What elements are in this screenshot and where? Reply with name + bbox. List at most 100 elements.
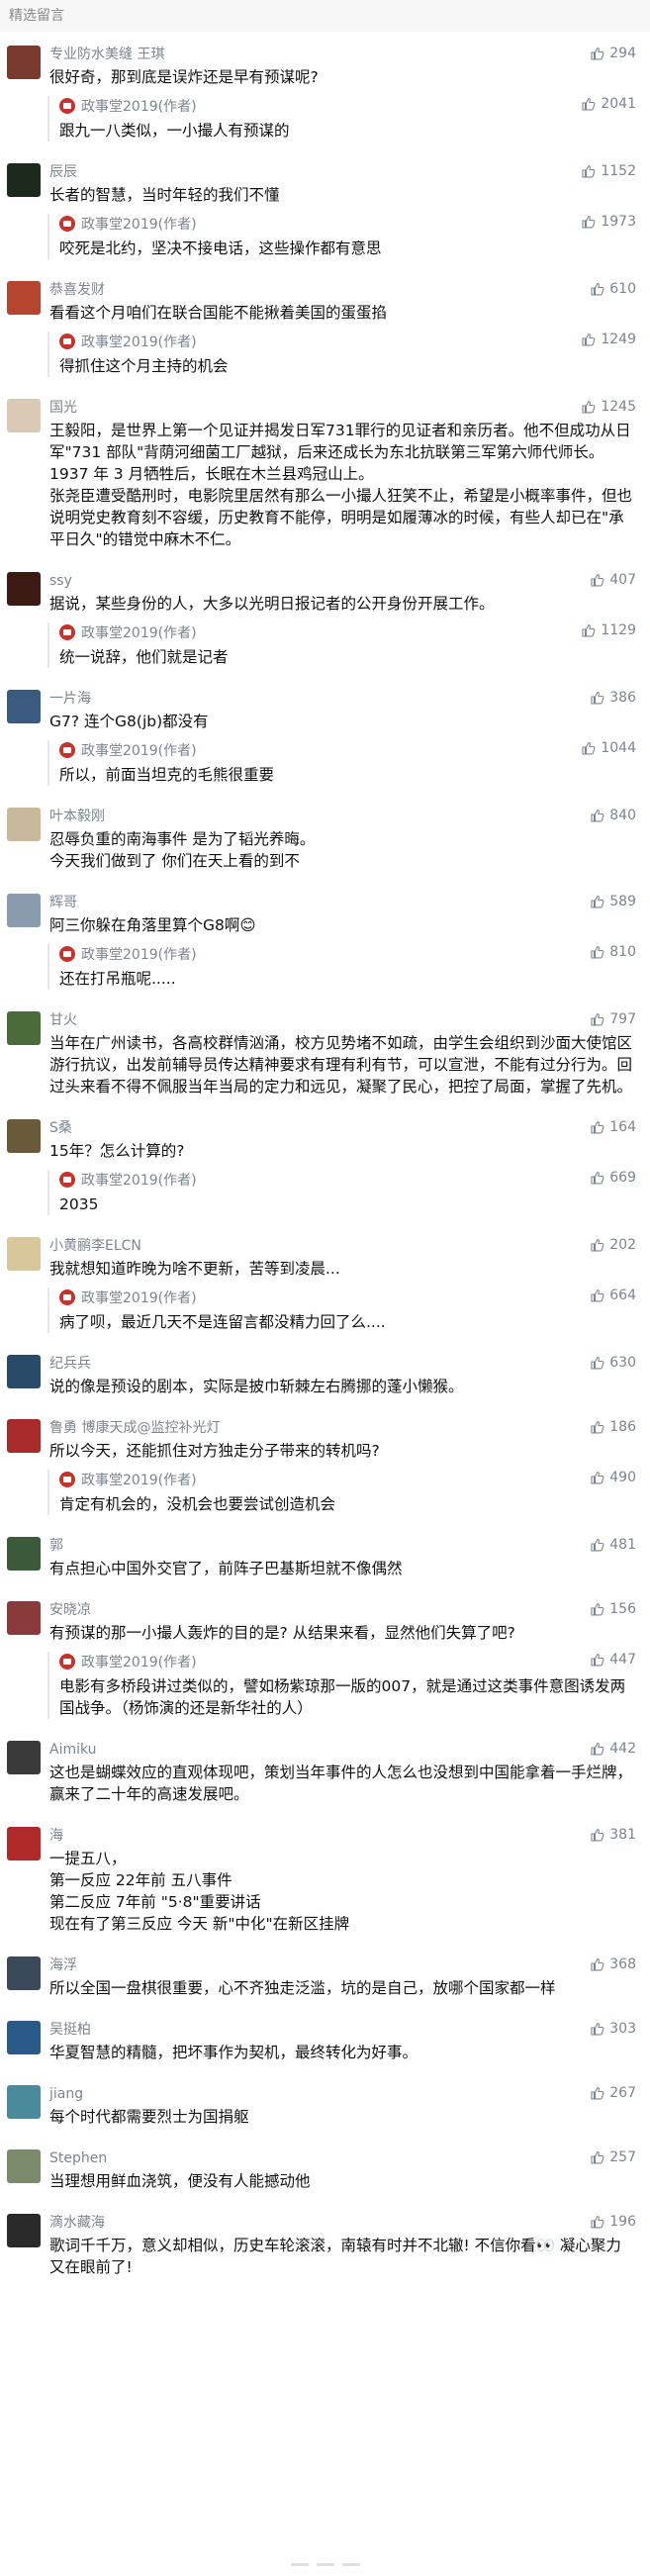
reply-like-button[interactable]: 2041 [581,96,636,112]
username[interactable]: 鲁勇 博康天成@监控补光灯 [49,1419,636,1437]
username[interactable]: Aimiku [49,1741,636,1759]
username[interactable]: 国光 [49,399,636,417]
username[interactable]: 吴挺柏 [49,2021,636,2039]
like-button[interactable]: 386 [590,690,636,706]
reply-text: 跟九一八类似，一小撮人有预谋的 [59,122,290,140]
thumb-up-icon [591,1288,604,1302]
reply-like-button[interactable]: 1044 [581,740,636,756]
username[interactable]: 辉哥 [49,894,636,911]
like-button[interactable]: 840 [590,808,636,823]
username[interactable]: 恭喜发财 [49,281,636,299]
like-button[interactable]: 164 [590,1119,636,1135]
username[interactable]: 海浮 [49,1956,636,1974]
username[interactable]: 安晓凉 [49,1601,636,1619]
like-button[interactable]: 156 [590,1601,636,1617]
reply-like-button[interactable]: 669 [590,1170,636,1186]
username[interactable]: 滴水藏海 [49,2214,636,2232]
avatar[interactable] [7,2214,41,2247]
like-count: 407 [609,572,636,588]
avatar[interactable] [7,1119,41,1153]
avatar[interactable] [7,2149,41,2183]
comment-text: 王毅阳，是世界上第一个见证并揭发日军731罪行的见证者和亲历者。他不但成功从日军… [49,422,633,548]
comment-text: 我就想知道昨晚为啥不更新，苦等到凌晨... [49,1260,340,1278]
reply-like-count: 447 [609,1652,636,1668]
avatar[interactable] [7,1741,41,1774]
avatar[interactable] [7,1011,41,1045]
avatar[interactable] [7,808,41,841]
avatar[interactable] [7,690,41,723]
username[interactable]: Stephen [49,2149,636,2167]
like-button[interactable]: 196 [590,2214,636,2230]
reply-like-button[interactable]: 490 [590,1470,636,1485]
like-button[interactable]: 630 [590,1355,636,1371]
like-count: 610 [609,281,636,297]
reply-like-button[interactable]: 810 [590,944,636,960]
like-button[interactable]: 1245 [581,399,636,415]
comment-item: 小黄鹂李ELCN 202 我就想知道昨晚为啥不更新，苦等到凌晨... 政事堂20… [0,1223,650,1341]
avatar[interactable] [7,163,41,197]
username[interactable]: 海 [49,1827,636,1845]
thumb-up-icon [591,1012,604,1026]
reply-like-button[interactable]: 1973 [581,214,636,230]
avatar[interactable] [7,281,41,315]
thumb-up-icon [591,2086,604,2100]
reply-like-button[interactable]: 447 [590,1652,636,1668]
avatar[interactable] [7,1355,41,1388]
username[interactable]: 甘火 [49,1011,636,1029]
like-button[interactable]: 267 [590,2085,636,2101]
like-button[interactable]: 368 [590,1956,636,1972]
avatar[interactable] [7,572,41,606]
like-button[interactable]: 797 [590,1011,636,1027]
avatar[interactable] [7,1601,41,1635]
thumb-up-icon [591,1238,604,1252]
like-button[interactable]: 186 [590,1419,636,1435]
comment-item: 辉哥 589 阿三你躲在角落里算个G8啊😊 政事堂2019(作者) 810 还在… [0,880,650,998]
username[interactable]: 郭 [49,1537,636,1555]
comment-item: ssy 407 据说，某些身份的人，大多以光明日报记者的公开身份开展工作。 政事… [0,558,650,676]
username[interactable]: ssy [49,572,636,590]
username[interactable]: 纪兵兵 [49,1355,636,1373]
avatar[interactable] [7,1956,41,1990]
avatar[interactable] [7,1419,41,1453]
like-button[interactable]: 442 [590,1741,636,1757]
page-indicator [0,2551,650,2570]
reply-like-button[interactable]: 1129 [581,622,636,638]
thumb-up-icon [582,164,596,178]
avatar[interactable] [7,2085,41,2119]
like-button[interactable]: 407 [590,572,636,588]
like-button[interactable]: 202 [590,1237,636,1253]
username[interactable]: 小黄鹂李ELCN [49,1237,636,1255]
comment-item: 郭 481 有点担心中国外交官了，前阵子巴基斯坦就不像偶然 [0,1523,650,1587]
reply-username: 政事堂2019(作者) [81,217,197,233]
author-reply: 政事堂2019(作者) 669 2035 [47,1170,636,1215]
avatar[interactable] [7,46,41,79]
like-button[interactable]: 381 [590,1827,636,1843]
like-count: 797 [609,1011,636,1027]
reply-like-count: 2041 [601,96,636,112]
reply-like-button[interactable]: 1249 [581,332,636,347]
avatar[interactable] [7,1237,41,1271]
like-button[interactable]: 1152 [581,163,636,179]
like-button[interactable]: 589 [590,894,636,909]
like-button[interactable]: 610 [590,281,636,297]
author-avatar [59,946,75,962]
avatar[interactable] [7,2021,41,2054]
comment-text: G7? 连个G8(jb)都没有 [49,713,209,730]
like-button[interactable]: 481 [590,1537,636,1553]
like-button[interactable]: 303 [590,2021,636,2037]
username[interactable]: 一片海 [49,690,636,708]
username[interactable]: 叶本毅刚 [49,808,636,825]
comment-item: Stephen 257 当理想用鲜血浇筑，便没有人能撼动他 [0,2136,650,2200]
username[interactable]: jiang [49,2085,636,2103]
avatar[interactable] [7,1537,41,1571]
avatar[interactable] [7,399,41,432]
username[interactable]: 专业防水美缝 王琪 [49,46,636,63]
username[interactable]: S桑 [49,1119,636,1137]
like-button[interactable]: 257 [590,2149,636,2165]
reply-like-button[interactable]: 664 [590,1288,636,1303]
avatar[interactable] [7,894,41,927]
comment-item: 一片海 386 G7? 连个G8(jb)都没有 政事堂2019(作者) 1044… [0,676,650,794]
avatar[interactable] [7,1827,41,1860]
username[interactable]: 辰辰 [49,163,636,181]
like-button[interactable]: 294 [590,46,636,61]
